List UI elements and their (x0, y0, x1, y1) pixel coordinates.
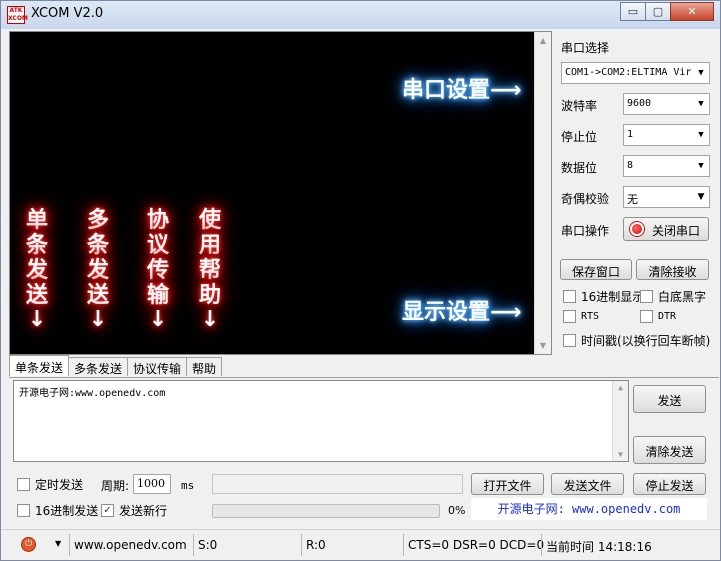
status-time: 当前时间 14:18:16 (541, 534, 711, 556)
tab-divider (9, 377, 719, 378)
minimize-icon: ▭ (627, 5, 639, 18)
arrow-down-icon: ↓ (27, 307, 47, 332)
close-port-button[interactable]: 关闭串口 (623, 217, 709, 241)
arrow-right-icon: ⟶ (490, 300, 522, 325)
clear-receive-button[interactable]: 清除接收 (636, 259, 709, 280)
parity-select[interactable]: 无 ▼ (623, 186, 710, 208)
chevron-down-icon: ▼ (693, 125, 709, 145)
hex-display-checkbox[interactable]: 16进制显示 (563, 288, 644, 305)
parity-value: 无 (627, 193, 638, 206)
checkbox-icon (563, 334, 576, 347)
send-scrollbar[interactable]: ▲ ▼ (612, 381, 628, 461)
stop-send-button[interactable]: 停止发送 (633, 473, 706, 495)
dtr-checkbox[interactable]: DTR (640, 310, 676, 323)
baud-label: 波特率 (561, 99, 598, 113)
close-button[interactable]: ✕ (670, 2, 714, 21)
help-hint: 使 用 帮 助 ↓ (192, 208, 228, 332)
databit-value: 8 (627, 160, 634, 171)
scroll-down-icon[interactable]: ▼ (535, 337, 551, 354)
progress-percent: 0% (448, 504, 466, 517)
display-settings-hint: 显示设置⟶ (402, 300, 522, 325)
status-bar: ⏻ ▼ www.openedv.com S:0 R:0 CTS=0 DSR=0 … (1, 529, 720, 560)
serial-settings-hint: 串口设置⟶ (402, 78, 522, 103)
status-website[interactable]: www.openedv.com (69, 534, 191, 556)
stopbit-value: 1 (627, 129, 634, 140)
chevron-down-icon: ▼ (693, 187, 709, 207)
status-received: R:0 (301, 534, 401, 556)
tab-protocol[interactable]: 协议传输 (127, 357, 188, 376)
port-select-value: COM1->COM2:ELTIMA Vir (565, 67, 692, 78)
file-path-field[interactable] (212, 474, 463, 494)
website-banner[interactable]: 开源电子网: www.openedv.com (471, 498, 707, 520)
receive-scrollbar[interactable]: ▲ ▼ (534, 32, 551, 354)
chevron-down-icon[interactable]: ▼ (55, 539, 61, 548)
stopbit-label: 停止位 (561, 130, 598, 144)
tab-single-send[interactable]: 单条发送 (9, 355, 70, 376)
status-signals: CTS=0 DSR=0 DCD=0 (403, 534, 544, 556)
close-icon: ✕ (687, 5, 697, 18)
timed-send-checkbox[interactable]: 定时发送 (17, 476, 83, 493)
chevron-down-icon: ▼ (693, 156, 709, 176)
period-input[interactable]: 1000 (133, 474, 171, 494)
scroll-down-icon[interactable]: ▼ (613, 450, 628, 459)
settings-icon[interactable]: ⏻ (21, 537, 36, 552)
window-title: XCOM V2.0 (31, 6, 104, 21)
checkmark-icon: ✓ (101, 504, 114, 517)
port-select-label: 串口选择 (561, 41, 610, 55)
checkbox-icon (563, 310, 576, 323)
port-op-label: 串口操作 (561, 224, 610, 238)
single-send-hint: 单 条 发 送 ↓ (19, 208, 55, 332)
arrow-down-icon: ↓ (88, 307, 108, 332)
scroll-up-icon[interactable]: ▲ (613, 383, 628, 392)
tab-help[interactable]: 帮助 (186, 357, 223, 376)
protocol-transfer-hint: 协 议 传 输 ↓ (140, 208, 176, 332)
multi-send-hint: 多 条 发 送 ↓ (80, 208, 116, 332)
send-file-button[interactable]: 发送文件 (551, 473, 624, 495)
chevron-down-icon: ▼ (693, 63, 709, 83)
port-select[interactable]: COM1->COM2:ELTIMA Vir ▼ (561, 62, 710, 84)
app-logo-icon: ATK XCOM (7, 6, 28, 24)
receive-area[interactable]: 串口设置⟶ 显示设置⟶ 单 条 发 送 ↓ 多 条 发 送 ↓ 协 议 传 输 … (9, 31, 552, 355)
hex-send-checkbox[interactable]: 16进制发送 (17, 502, 98, 519)
period-unit: ms (181, 479, 195, 492)
timestamp-checkbox[interactable]: 时间戳(以换行回车断帧) (563, 332, 710, 349)
checkbox-icon (17, 504, 30, 517)
port-status-icon (630, 222, 644, 236)
parity-label: 奇偶校验 (561, 192, 610, 206)
checkbox-icon (563, 290, 576, 303)
clear-send-button[interactable]: 清除发送 (633, 436, 706, 464)
scroll-up-icon[interactable]: ▲ (535, 32, 551, 49)
minimize-button[interactable]: ▭ (620, 2, 646, 21)
checkbox-icon (17, 478, 30, 491)
send-newline-checkbox[interactable]: ✓ 发送新行 (101, 502, 167, 519)
arrow-down-icon: ↓ (148, 307, 168, 332)
arrow-right-icon: ⟶ (490, 78, 522, 103)
send-button[interactable]: 发送 (633, 385, 706, 413)
databit-select[interactable]: 8 ▼ (623, 155, 710, 177)
rts-checkbox[interactable]: RTS (563, 310, 599, 323)
status-sent: S:0 (193, 534, 299, 556)
white-bg-checkbox[interactable]: 白底黑字 (640, 288, 706, 305)
chevron-down-icon: ▼ (693, 94, 709, 114)
checkbox-icon (640, 310, 653, 323)
open-file-button[interactable]: 打开文件 (471, 473, 544, 495)
send-text: 开源电子网:www.openedv.com (19, 388, 166, 399)
tab-multi-send[interactable]: 多条发送 (68, 357, 129, 376)
send-tabs: 单条发送 多条发送 协议传输 帮助 (9, 355, 223, 377)
save-window-button[interactable]: 保存窗口 (560, 259, 632, 280)
maximize-button[interactable]: ▢ (645, 2, 671, 21)
xcom-window: ATK XCOM XCOM V2.0 ▭ ▢ ✕ 串口设置⟶ 显示设置⟶ 单 条 … (0, 0, 721, 561)
checkbox-icon (640, 290, 653, 303)
send-text-area[interactable]: 开源电子网:www.openedv.com ▲ ▼ (13, 380, 629, 462)
title-bar[interactable]: ATK XCOM XCOM V2.0 ▭ ▢ ✕ (1, 1, 720, 29)
baud-select[interactable]: 9600 ▼ (623, 93, 710, 115)
stopbit-select[interactable]: 1 ▼ (623, 124, 710, 146)
period-label: 周期: (101, 479, 130, 493)
baud-value: 9600 (627, 98, 652, 109)
maximize-icon: ▢ (652, 5, 664, 18)
databit-label: 数据位 (561, 161, 598, 175)
arrow-down-icon: ↓ (200, 307, 220, 332)
send-progress-bar (212, 504, 440, 518)
